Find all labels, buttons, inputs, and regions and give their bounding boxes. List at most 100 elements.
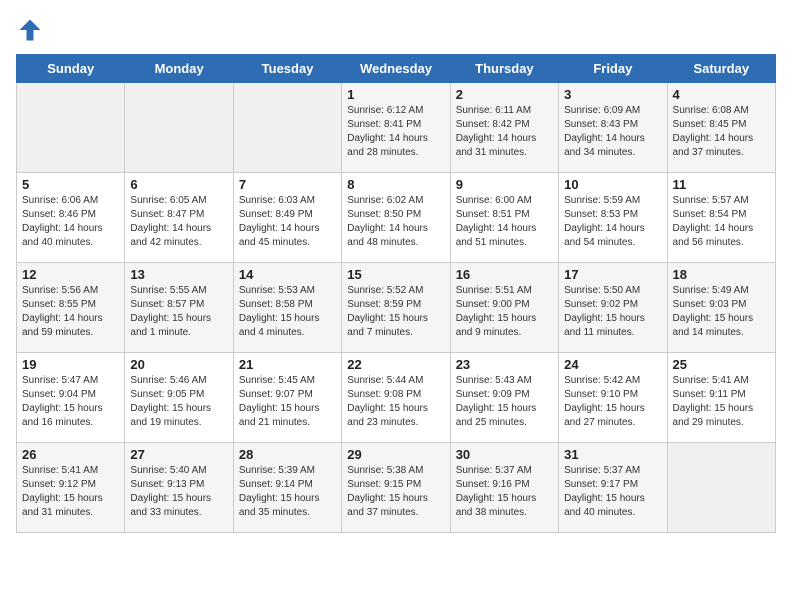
day-info: Sunrise: 5:56 AM Sunset: 8:55 PM Dayligh… bbox=[22, 284, 119, 340]
calendar-cell: 7Sunrise: 6:03 AM Sunset: 8:49 PM Daylig… bbox=[233, 173, 341, 263]
header-row: SundayMondayTuesdayWednesdayThursdayFrid… bbox=[17, 55, 776, 83]
day-info: Sunrise: 5:44 AM Sunset: 9:08 PM Dayligh… bbox=[347, 374, 444, 430]
day-number: 16 bbox=[456, 267, 553, 282]
day-number: 25 bbox=[673, 357, 770, 372]
header-day-friday: Friday bbox=[559, 55, 667, 83]
calendar-cell: 19 Sunrise: 5:47 AM Sunset: 9:04 PM Dayli… bbox=[17, 353, 125, 443]
week-row-2: 5 Sunrise: 6:06 AM Sunset: 8:46 PM Daylig… bbox=[17, 173, 776, 263]
day-info: Sunrise: 5:42 AM Sunset: 9:10 PM Dayligh… bbox=[564, 374, 661, 430]
day-info: Sunrise: 6:08 AM Sunset: 8:45 PM Dayligh… bbox=[673, 104, 770, 160]
day-number: 9 bbox=[456, 177, 553, 192]
day-number: 2 bbox=[456, 87, 553, 102]
day-number: 28 bbox=[239, 447, 336, 462]
header-day-tuesday: Tuesday bbox=[233, 55, 341, 83]
calendar-cell: 26 Sunrise: 5:41 AM Sunset: 9:12 PM Dayli… bbox=[17, 443, 125, 533]
day-info: Sunrise: 5:41 AM Sunset: 9:11 PM Dayligh… bbox=[673, 374, 770, 430]
day-info: Sunrise: 6:05 AM Sunset: 8:47 PM Dayligh… bbox=[130, 194, 227, 250]
day-number: 24 bbox=[564, 357, 661, 372]
day-info: Sunrise: 5:43 AM Sunset: 9:09 PM Dayligh… bbox=[456, 374, 553, 430]
calendar-cell: 22Sunrise: 5:44 AM Sunset: 9:08 PM Dayli… bbox=[342, 353, 450, 443]
calendar-cell: 11Sunrise: 5:57 AM Sunset: 8:54 PM Dayli… bbox=[667, 173, 775, 263]
day-info: Sunrise: 5:53 AM Sunset: 8:58 PM Dayligh… bbox=[239, 284, 336, 340]
calendar-cell: 18Sunrise: 5:49 AM Sunset: 9:03 PM Dayli… bbox=[667, 263, 775, 353]
day-number: 17 bbox=[564, 267, 661, 282]
day-info: Sunrise: 5:46 AM Sunset: 9:05 PM Dayligh… bbox=[130, 374, 227, 430]
week-row-5: 26 Sunrise: 5:41 AM Sunset: 9:12 PM Dayli… bbox=[17, 443, 776, 533]
day-info: Sunrise: 5:39 AM Sunset: 9:14 PM Dayligh… bbox=[239, 464, 336, 520]
day-number: 3 bbox=[564, 87, 661, 102]
calendar-cell: 3Sunrise: 6:09 AM Sunset: 8:43 PM Daylig… bbox=[559, 83, 667, 173]
calendar-cell: 17 Sunrise: 5:50 AM Sunset: 9:02 PM Dayli… bbox=[559, 263, 667, 353]
header-day-thursday: Thursday bbox=[450, 55, 558, 83]
day-number: 12 bbox=[22, 267, 119, 282]
day-info: Sunrise: 5:41 AM Sunset: 9:12 PM Dayligh… bbox=[22, 464, 119, 520]
calendar-cell: 20 Sunrise: 5:46 AM Sunset: 9:05 PM Dayli… bbox=[125, 353, 233, 443]
logo bbox=[16, 16, 48, 44]
calendar-cell: 15 Sunrise: 5:52 AM Sunset: 8:59 PM Dayli… bbox=[342, 263, 450, 353]
header-day-saturday: Saturday bbox=[667, 55, 775, 83]
day-number: 6 bbox=[130, 177, 227, 192]
day-number: 7 bbox=[239, 177, 336, 192]
day-number: 23 bbox=[456, 357, 553, 372]
week-row-4: 19 Sunrise: 5:47 AM Sunset: 9:04 PM Dayli… bbox=[17, 353, 776, 443]
calendar-cell: 8 Sunrise: 6:02 AM Sunset: 8:50 PM Daylig… bbox=[342, 173, 450, 263]
logo-icon bbox=[16, 16, 44, 44]
day-info: Sunrise: 5:51 AM Sunset: 9:00 PM Dayligh… bbox=[456, 284, 553, 340]
day-number: 20 bbox=[130, 357, 227, 372]
calendar-cell: 10 Sunrise: 5:59 AM Sunset: 8:53 PM Dayli… bbox=[559, 173, 667, 263]
day-info: Sunrise: 5:55 AM Sunset: 8:57 PM Dayligh… bbox=[130, 284, 227, 340]
day-info: Sunrise: 5:40 AM Sunset: 9:13 PM Dayligh… bbox=[130, 464, 227, 520]
day-info: Sunrise: 5:47 AM Sunset: 9:04 PM Dayligh… bbox=[22, 374, 119, 430]
day-number: 14 bbox=[239, 267, 336, 282]
day-number: 8 bbox=[347, 177, 444, 192]
calendar-cell: 14 Sunrise: 5:53 AM Sunset: 8:58 PM Dayli… bbox=[233, 263, 341, 353]
calendar-cell: 27 Sunrise: 5:40 AM Sunset: 9:13 PM Dayli… bbox=[125, 443, 233, 533]
calendar-cell bbox=[667, 443, 775, 533]
header-day-monday: Monday bbox=[125, 55, 233, 83]
day-number: 5 bbox=[22, 177, 119, 192]
day-number: 1 bbox=[347, 87, 444, 102]
day-number: 31 bbox=[564, 447, 661, 462]
day-info: Sunrise: 6:12 AM Sunset: 8:41 PM Dayligh… bbox=[347, 104, 444, 160]
day-info: Sunrise: 6:06 AM Sunset: 8:46 PM Dayligh… bbox=[22, 194, 119, 250]
calendar-cell: 28 Sunrise: 5:39 AM Sunset: 9:14 PM Dayli… bbox=[233, 443, 341, 533]
header-day-wednesday: Wednesday bbox=[342, 55, 450, 83]
day-number: 15 bbox=[347, 267, 444, 282]
calendar-cell: 4 Sunrise: 6:08 AM Sunset: 8:45 PM Daylig… bbox=[667, 83, 775, 173]
day-info: Sunrise: 5:45 AM Sunset: 9:07 PM Dayligh… bbox=[239, 374, 336, 430]
calendar-table: SundayMondayTuesdayWednesdayThursdayFrid… bbox=[16, 54, 776, 533]
day-number: 18 bbox=[673, 267, 770, 282]
day-number: 29 bbox=[347, 447, 444, 462]
day-info: Sunrise: 5:57 AM Sunset: 8:54 PM Dayligh… bbox=[673, 194, 770, 250]
calendar-cell: 9 Sunrise: 6:00 AM Sunset: 8:51 PM Daylig… bbox=[450, 173, 558, 263]
day-number: 4 bbox=[673, 87, 770, 102]
calendar-cell: 23 Sunrise: 5:43 AM Sunset: 9:09 PM Dayli… bbox=[450, 353, 558, 443]
week-row-1: 1 Sunrise: 6:12 AM Sunset: 8:41 PM Daylig… bbox=[17, 83, 776, 173]
calendar-cell bbox=[233, 83, 341, 173]
calendar-cell: 29 Sunrise: 5:38 AM Sunset: 9:15 PM Dayli… bbox=[342, 443, 450, 533]
day-info: Sunrise: 6:11 AM Sunset: 8:42 PM Dayligh… bbox=[456, 104, 553, 160]
day-info: Sunrise: 5:38 AM Sunset: 9:15 PM Dayligh… bbox=[347, 464, 444, 520]
calendar-cell: 30Sunrise: 5:37 AM Sunset: 9:16 PM Dayli… bbox=[450, 443, 558, 533]
calendar-cell: 6 Sunrise: 6:05 AM Sunset: 8:47 PM Daylig… bbox=[125, 173, 233, 263]
header-day-sunday: Sunday bbox=[17, 55, 125, 83]
day-number: 10 bbox=[564, 177, 661, 192]
day-number: 26 bbox=[22, 447, 119, 462]
day-info: Sunrise: 5:37 AM Sunset: 9:17 PM Dayligh… bbox=[564, 464, 661, 520]
header bbox=[16, 16, 776, 44]
day-info: Sunrise: 5:59 AM Sunset: 8:53 PM Dayligh… bbox=[564, 194, 661, 250]
calendar-cell: 12 Sunrise: 5:56 AM Sunset: 8:55 PM Dayli… bbox=[17, 263, 125, 353]
calendar-cell: 21 Sunrise: 5:45 AM Sunset: 9:07 PM Dayli… bbox=[233, 353, 341, 443]
day-info: Sunrise: 5:52 AM Sunset: 8:59 PM Dayligh… bbox=[347, 284, 444, 340]
day-number: 21 bbox=[239, 357, 336, 372]
day-number: 27 bbox=[130, 447, 227, 462]
calendar-cell: 13Sunrise: 5:55 AM Sunset: 8:57 PM Dayli… bbox=[125, 263, 233, 353]
calendar-cell: 1 Sunrise: 6:12 AM Sunset: 8:41 PM Daylig… bbox=[342, 83, 450, 173]
day-number: 19 bbox=[22, 357, 119, 372]
calendar-cell: 24 Sunrise: 5:42 AM Sunset: 9:10 PM Dayli… bbox=[559, 353, 667, 443]
day-info: Sunrise: 5:50 AM Sunset: 9:02 PM Dayligh… bbox=[564, 284, 661, 340]
day-info: Sunrise: 6:00 AM Sunset: 8:51 PM Dayligh… bbox=[456, 194, 553, 250]
day-info: Sunrise: 6:02 AM Sunset: 8:50 PM Dayligh… bbox=[347, 194, 444, 250]
calendar-cell: 25 Sunrise: 5:41 AM Sunset: 9:11 PM Dayli… bbox=[667, 353, 775, 443]
day-info: Sunrise: 5:37 AM Sunset: 9:16 PM Dayligh… bbox=[456, 464, 553, 520]
